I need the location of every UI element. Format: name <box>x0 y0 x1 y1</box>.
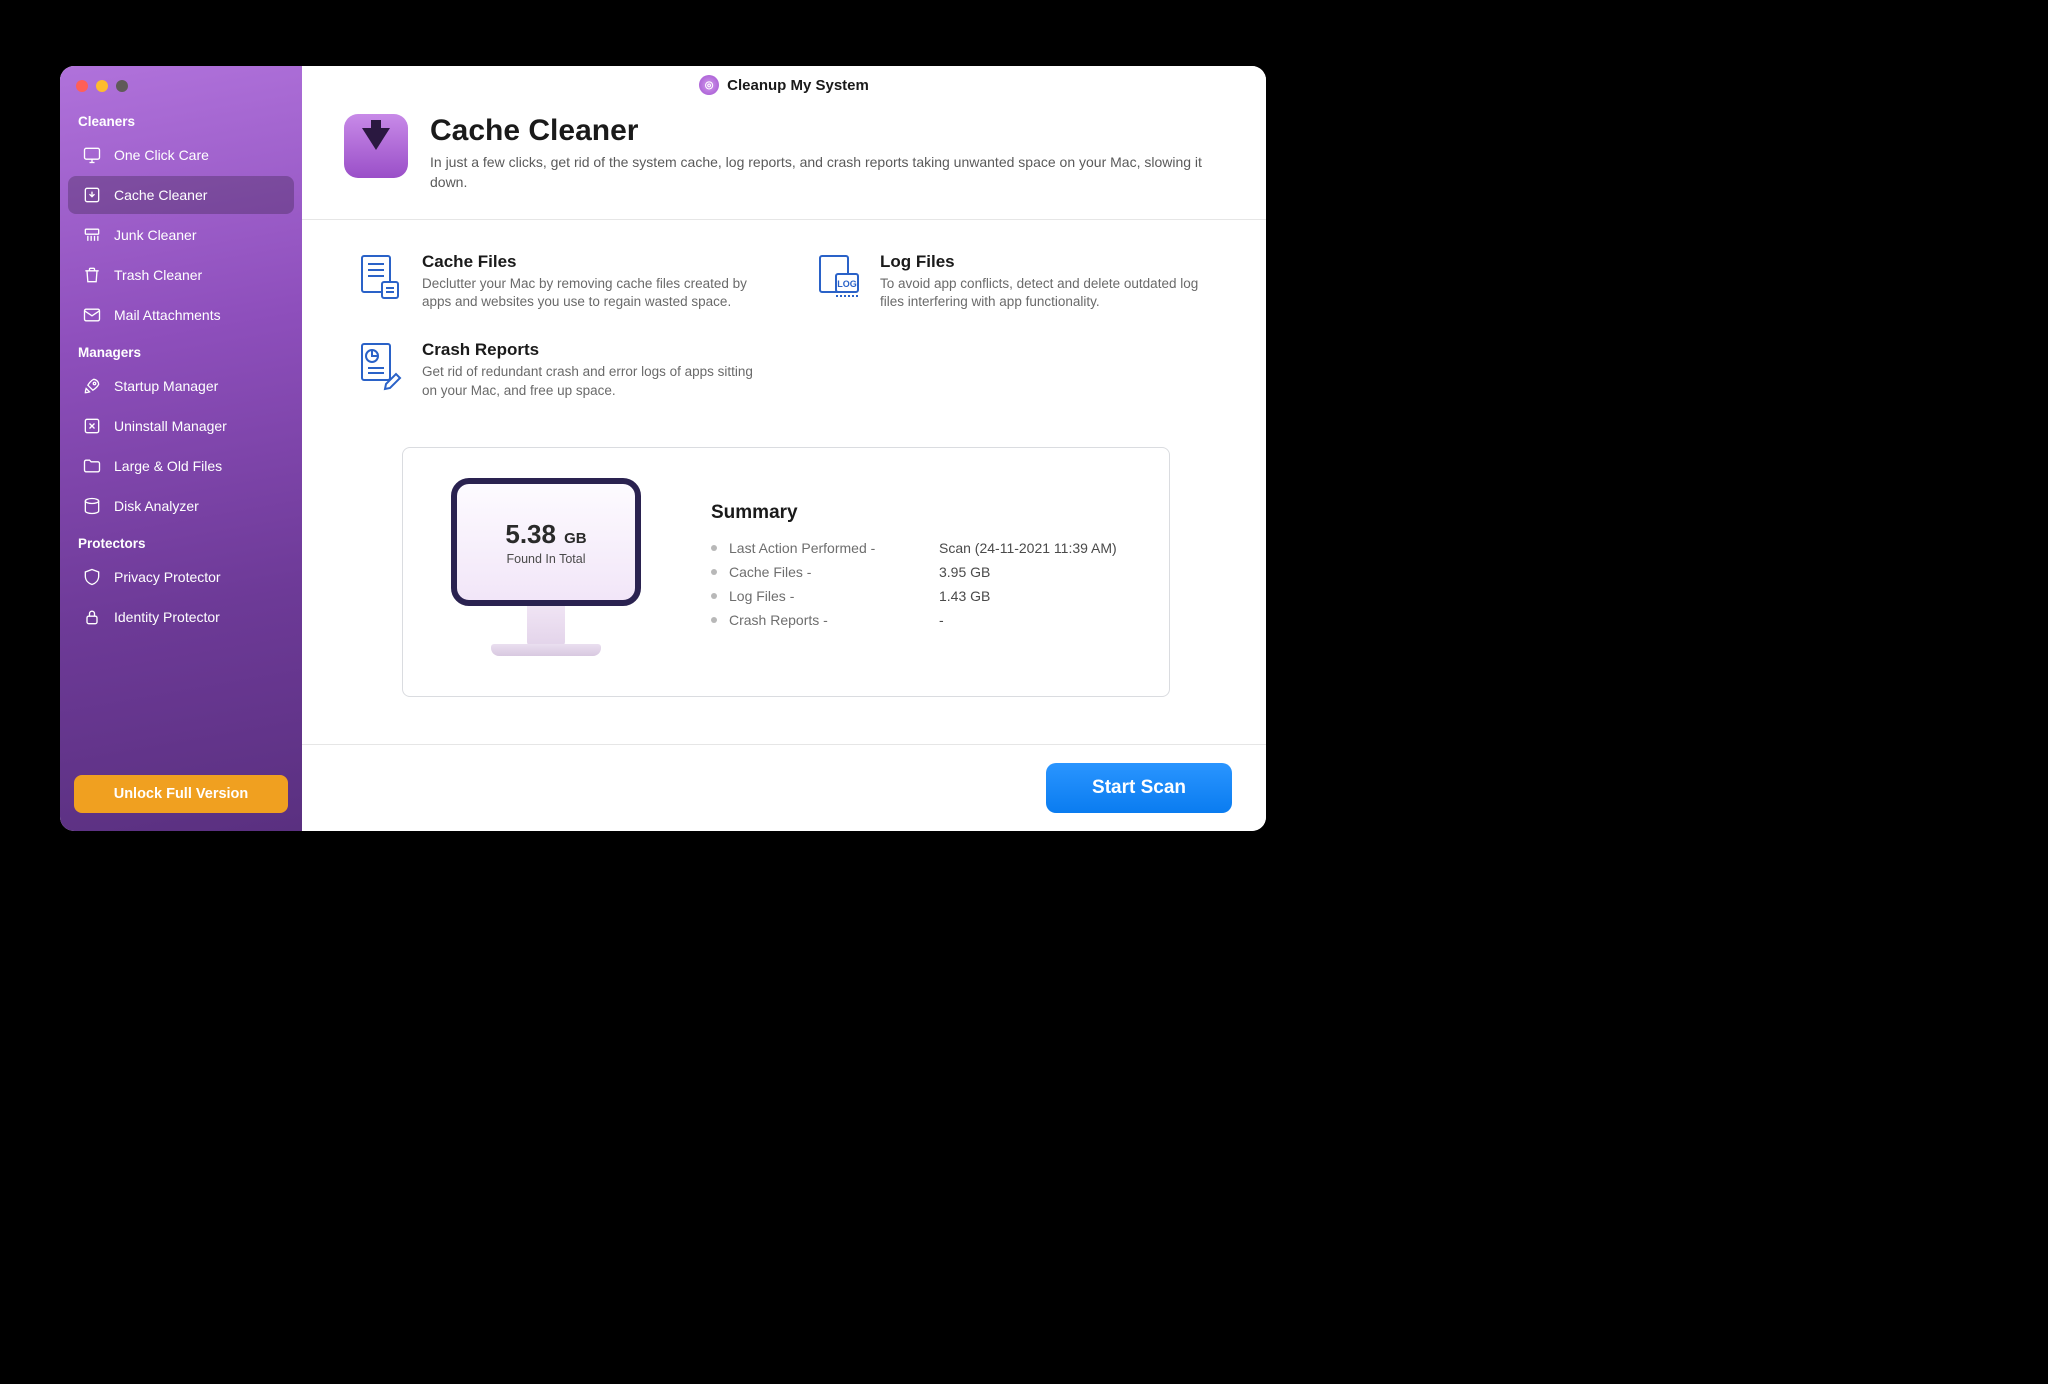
sidebar-item-uninstall-manager[interactable]: Uninstall Manager <box>68 407 294 445</box>
monitor-illustration: 5.38 GB Found In Total <box>451 478 641 656</box>
sidebar-item-label: Junk Cleaner <box>114 227 197 243</box>
sidebar-item-label: Large & Old Files <box>114 458 222 474</box>
app-logo-icon: ◎ <box>699 75 719 95</box>
sidebar-item-junk-cleaner[interactable]: Junk Cleaner <box>68 216 294 254</box>
zoom-window-icon[interactable] <box>116 80 128 92</box>
sidebar-section-protectors: Protectors <box>60 526 302 557</box>
rocket-icon <box>82 376 102 396</box>
content-area: Cache Files Declutter your Mac by removi… <box>302 220 1266 744</box>
cache-cleaner-hero-icon <box>344 114 408 178</box>
summary-row: Log Files -1.43 GB <box>711 584 1129 608</box>
total-found-value: 5.38 GB <box>505 519 586 550</box>
window-controls <box>60 80 302 104</box>
report-pencil-icon <box>356 340 404 392</box>
document-list-icon <box>356 252 404 304</box>
sidebar-item-label: One Click Care <box>114 147 209 163</box>
app-title: Cleanup My System <box>727 77 869 94</box>
sidebar-item-label: Privacy Protector <box>114 569 221 585</box>
feature-title: Cache Files <box>422 252 754 272</box>
sidebar-section-cleaners: Cleaners <box>60 104 302 135</box>
minimize-window-icon[interactable] <box>96 80 108 92</box>
sidebar-item-label: Disk Analyzer <box>114 498 199 514</box>
summary-row: Crash Reports -- <box>711 608 1129 632</box>
sidebar-item-identity-protector[interactable]: Identity Protector <box>68 598 294 636</box>
summary-row: Cache Files -3.95 GB <box>711 560 1129 584</box>
feature-cache-files: Cache Files Declutter your Mac by removi… <box>356 252 754 313</box>
log-file-icon: LOG <box>814 252 862 304</box>
monitor-icon <box>82 145 102 165</box>
feature-title: Log Files <box>880 252 1212 272</box>
footer-bar: Start Scan <box>302 744 1266 831</box>
close-window-icon[interactable] <box>76 80 88 92</box>
total-found-label: Found In Total <box>507 552 586 566</box>
feature-grid: Cache Files Declutter your Mac by removi… <box>356 252 1212 402</box>
mail-icon <box>82 305 102 325</box>
summary-panel: 5.38 GB Found In Total Summary Last Acti… <box>402 447 1170 697</box>
sidebar-item-label: Identity Protector <box>114 609 220 625</box>
titlebar: ◎ Cleanup My System <box>302 66 1266 104</box>
sidebar-section-managers: Managers <box>60 335 302 366</box>
sidebar-item-label: Cache Cleaner <box>114 187 207 203</box>
sidebar-item-label: Uninstall Manager <box>114 418 227 434</box>
page-header: Cache Cleaner In just a few clicks, get … <box>302 104 1266 220</box>
feature-title: Crash Reports <box>422 340 754 360</box>
download-box-icon <box>82 185 102 205</box>
page-description: In just a few clicks, get rid of the sys… <box>430 152 1210 193</box>
feature-crash-reports: Crash Reports Get rid of redundant crash… <box>356 340 754 401</box>
page-title: Cache Cleaner <box>430 114 1210 148</box>
sidebar-item-privacy-protector[interactable]: Privacy Protector <box>68 558 294 596</box>
uninstall-icon <box>82 416 102 436</box>
sidebar-item-startup-manager[interactable]: Startup Manager <box>68 367 294 405</box>
summary-row: Last Action Performed -Scan (24-11-2021 … <box>711 536 1129 560</box>
app-window: Cleaners One Click Care Cache Cleaner Ju… <box>60 66 1266 831</box>
sidebar-item-label: Startup Manager <box>114 378 218 394</box>
disk-icon <box>82 496 102 516</box>
sidebar-item-mail-attachments[interactable]: Mail Attachments <box>68 296 294 334</box>
feature-desc: To avoid app conflicts, detect and delet… <box>880 275 1212 313</box>
feature-desc: Get rid of redundant crash and error log… <box>422 363 754 401</box>
shredder-icon <box>82 225 102 245</box>
summary-title: Summary <box>711 502 1129 524</box>
feature-log-files: LOG Log Files To avoid app conflicts, de… <box>814 252 1212 313</box>
folder-icon <box>82 456 102 476</box>
sidebar-item-disk-analyzer[interactable]: Disk Analyzer <box>68 487 294 525</box>
unlock-full-version-button[interactable]: Unlock Full Version <box>74 775 288 813</box>
feature-desc: Declutter your Mac by removing cache fil… <box>422 275 754 313</box>
sidebar: Cleaners One Click Care Cache Cleaner Ju… <box>60 66 302 831</box>
sidebar-item-label: Mail Attachments <box>114 307 221 323</box>
sidebar-item-one-click-care[interactable]: One Click Care <box>68 136 294 174</box>
start-scan-button[interactable]: Start Scan <box>1046 763 1232 813</box>
shield-icon <box>82 567 102 587</box>
sidebar-item-trash-cleaner[interactable]: Trash Cleaner <box>68 256 294 294</box>
main-panel: ◎ Cleanup My System Cache Cleaner In jus… <box>302 66 1266 831</box>
svg-text:LOG: LOG <box>837 279 857 289</box>
sidebar-item-large-old-files[interactable]: Large & Old Files <box>68 447 294 485</box>
sidebar-item-cache-cleaner[interactable]: Cache Cleaner <box>68 176 294 214</box>
trash-icon <box>82 265 102 285</box>
lock-icon <box>82 607 102 627</box>
sidebar-item-label: Trash Cleaner <box>114 267 202 283</box>
